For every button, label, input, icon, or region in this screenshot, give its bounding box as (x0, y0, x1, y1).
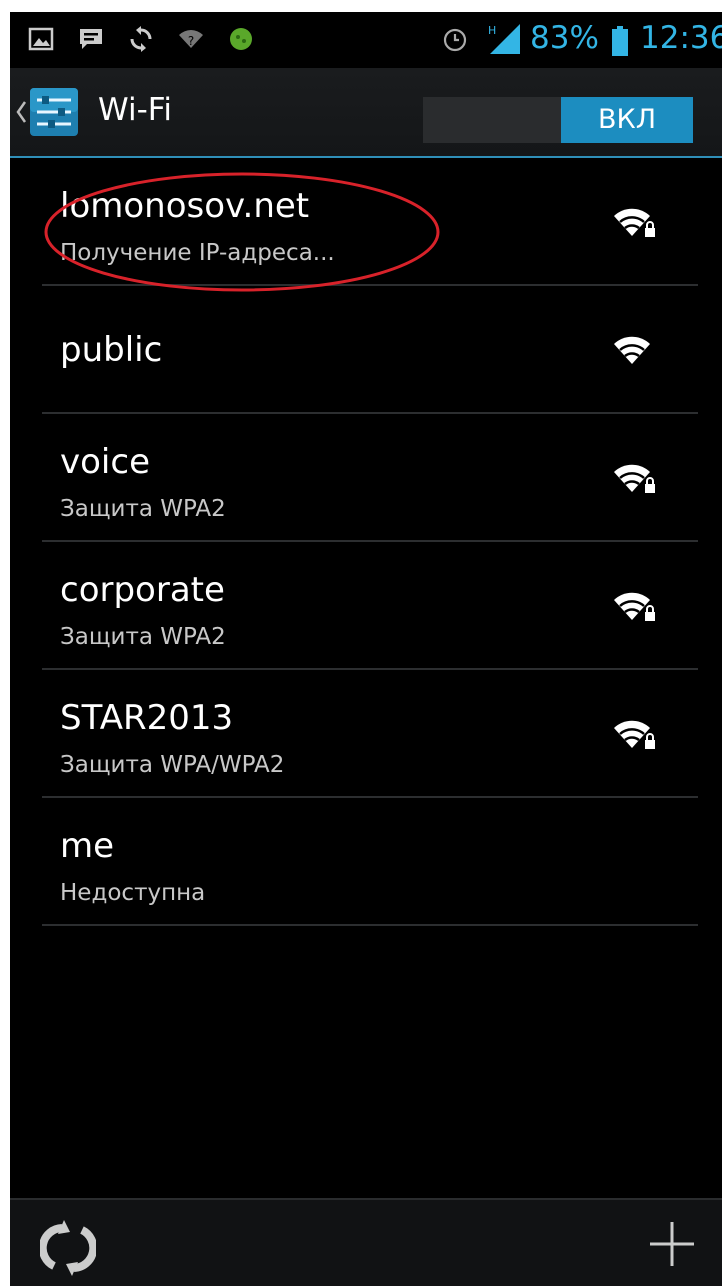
network-row-voice[interactable]: voice Защита WPA2 (42, 414, 698, 542)
sync-icon (130, 26, 152, 52)
wifi-lock-icon (614, 720, 655, 749)
svg-text:?: ? (188, 34, 194, 48)
network-name: me (60, 826, 115, 866)
phone-screen: ? H 83% 12:36 Wi-Fi ВКЛ lomonosov.net По… (10, 12, 722, 1286)
network-status: Защита WPA2 (60, 624, 226, 650)
network-status: Получение IP-адреса... (60, 240, 335, 266)
toggle-on-label: ВКЛ (561, 97, 693, 143)
wifi-lock-icon (614, 208, 655, 237)
battery-icon (612, 26, 628, 56)
back-caret-icon[interactable] (14, 92, 28, 132)
settings-app-icon[interactable] (28, 86, 80, 138)
svg-text:H: H (488, 24, 496, 37)
clock: 12:36 (640, 20, 722, 56)
network-row-lomonosov[interactable]: lomonosov.net Получение IP-адреса... (42, 158, 698, 292)
network-name: lomonosov.net (60, 186, 310, 226)
network-row-public[interactable]: public (42, 286, 698, 414)
wifi-lock-icon (614, 464, 655, 493)
network-name: public (60, 330, 163, 370)
signal-h-icon: H (488, 24, 520, 54)
image-icon (28, 27, 54, 51)
network-name: STAR2013 (60, 698, 234, 738)
bottom-action-bar (10, 1198, 722, 1286)
battery-percent: 83% (530, 20, 599, 56)
network-status: Недоступна (60, 880, 206, 906)
scan-icon[interactable] (40, 1220, 96, 1276)
alarm-icon (443, 28, 467, 52)
highlight-ellipse (44, 172, 440, 292)
page-title: Wi-Fi (98, 92, 172, 128)
action-bar: Wi-Fi ВКЛ (10, 68, 722, 158)
network-list: lomonosov.net Получение IP-адреса... pub… (10, 158, 722, 926)
message-icon (80, 29, 102, 49)
android-icon (230, 28, 252, 50)
network-row-corporate[interactable]: corporate Защита WPA2 (42, 542, 698, 670)
network-row-me[interactable]: me Недоступна (42, 798, 698, 926)
network-status: Защита WPA2 (60, 496, 226, 522)
wifi-lock-icon (614, 592, 655, 621)
add-network-icon[interactable] (646, 1218, 698, 1270)
network-row-star2013[interactable]: STAR2013 Защита WPA/WPA2 (42, 670, 698, 798)
wifi-signal-icon (614, 336, 650, 364)
wifi-question-icon: ? (179, 30, 203, 48)
wifi-toggle-switch[interactable]: ВКЛ (423, 97, 693, 143)
network-status: Защита WPA/WPA2 (60, 752, 285, 778)
network-name: voice (60, 442, 150, 482)
status-bar: ? H 83% 12:36 (10, 12, 722, 68)
network-name: corporate (60, 570, 225, 610)
